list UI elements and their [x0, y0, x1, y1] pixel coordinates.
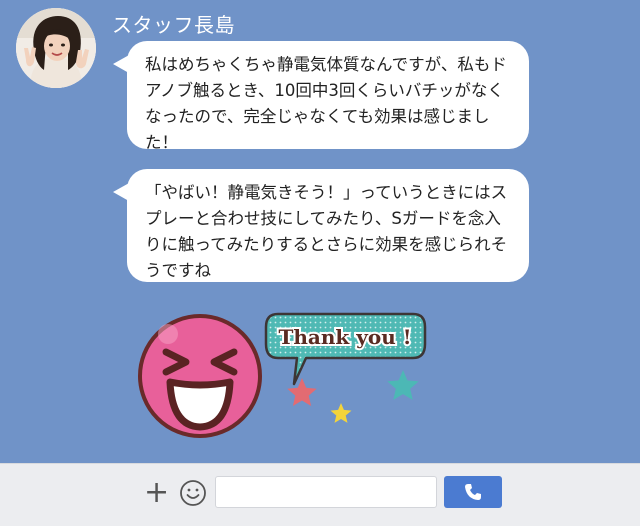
message-text: 私はめちゃくちゃ静電気体質なんですが、私もドアノブ触るとき、10回中3回くらいバ… — [145, 55, 507, 152]
input-bar: + — [0, 463, 640, 526]
message-bubble: 「やばい！静電気きそう！」っていうときにはスプレーと合わせ技にしてみたり、Sガー… — [113, 169, 529, 282]
call-button[interactable] — [444, 476, 502, 508]
message-text: 「やばい！静電気きそう！」っていうときにはスプレーと合わせ技にしてみたり、Sガー… — [145, 183, 508, 280]
message-input[interactable] — [215, 476, 437, 508]
phone-icon — [465, 484, 481, 500]
thank-you-sticker[interactable]: Thank you ! — [128, 300, 428, 450]
sender-name: スタッフ長島 — [112, 13, 235, 37]
star-icon — [287, 378, 317, 406]
message-bubble: 私はめちゃくちゃ静電気体質なんですが、私もドアノブ触るとき、10回中3回くらいバ… — [113, 41, 529, 152]
avatar-photo — [16, 8, 96, 88]
star-icon — [387, 370, 419, 400]
chat-area: スタッフ長島 私はめちゃくちゃ静電気体質なんですが、私もドアノブ触るとき、10回… — [0, 0, 640, 463]
avatar[interactable] — [16, 8, 96, 88]
speech-bubble: Thank you ! — [264, 312, 427, 386]
speech-text: Thank you ! — [279, 325, 412, 349]
star-icon — [330, 403, 352, 423]
smiley-icon[interactable] — [178, 478, 208, 508]
plus-icon[interactable]: + — [144, 478, 169, 508]
